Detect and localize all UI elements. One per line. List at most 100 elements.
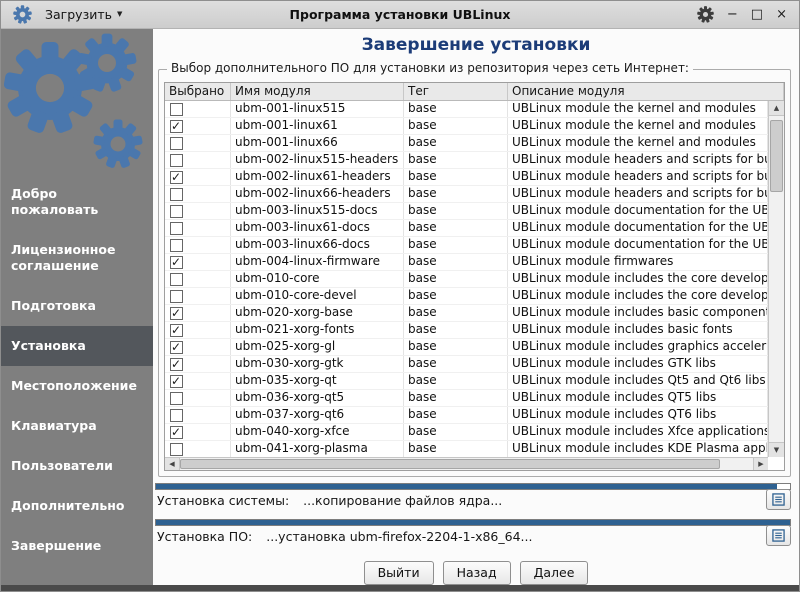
- checkbox-cell: [165, 322, 231, 338]
- module-checkbox[interactable]: [170, 137, 183, 150]
- module-checkbox[interactable]: [170, 222, 183, 235]
- system-log-button[interactable]: [766, 489, 791, 510]
- table-row[interactable]: ubm-002-linux61-headersbaseUBLinux modul…: [165, 169, 768, 186]
- module-checkbox[interactable]: [170, 358, 183, 371]
- module-tag: base: [404, 169, 508, 185]
- module-checkbox[interactable]: [170, 103, 183, 116]
- system-status-text: ...копирование файлов ядра...: [303, 493, 502, 508]
- scroll-down-icon[interactable]: ▼: [769, 442, 784, 457]
- table-row[interactable]: ubm-002-linux515-headersbaseUBLinux modu…: [165, 152, 768, 169]
- sidebar-item-4[interactable]: Установка: [1, 326, 153, 366]
- module-name: ubm-035-xorg-qt: [231, 373, 404, 389]
- table-row[interactable]: ubm-037-xorg-qt6baseUBLinux module inclu…: [165, 407, 768, 424]
- table-row[interactable]: ubm-010-corebaseUBLinux module includes …: [165, 271, 768, 288]
- table-row[interactable]: ubm-025-xorg-glbaseUBLinux module includ…: [165, 339, 768, 356]
- titlebar: Загрузить ▼ Программа установки UBLinux …: [1, 1, 799, 29]
- module-tag: base: [404, 424, 508, 440]
- sidebar-item-7[interactable]: Пользователи: [1, 446, 153, 486]
- system-progress-fill: [156, 484, 777, 489]
- module-checkbox[interactable]: [170, 426, 183, 439]
- minimize-button[interactable]: −: [727, 8, 738, 21]
- module-tag: base: [404, 254, 508, 270]
- table-row[interactable]: ubm-001-linux515baseUBLinux module the k…: [165, 101, 768, 118]
- scroll-left-icon[interactable]: ◀: [165, 458, 180, 470]
- table-row[interactable]: ubm-020-xorg-basebaseUBLinux module incl…: [165, 305, 768, 322]
- module-checkbox[interactable]: [170, 188, 183, 201]
- software-groupbox: Выбор дополнительного ПО для установки и…: [158, 69, 791, 477]
- column-header-4[interactable]: Описание модуля: [508, 83, 784, 100]
- sidebar-item-8[interactable]: Дополнительно: [1, 486, 153, 526]
- column-header-1[interactable]: Выбрано: [165, 83, 231, 100]
- sidebar-item-1[interactable]: Добро пожаловать: [1, 174, 153, 230]
- table-row[interactable]: ubm-004-linux-firmwarebaseUBLinux module…: [165, 254, 768, 271]
- module-checkbox[interactable]: [170, 171, 183, 184]
- horizontal-scroll-thumb[interactable]: [180, 459, 720, 469]
- column-header-3[interactable]: Тег: [404, 83, 508, 100]
- module-tag: base: [404, 186, 508, 202]
- table-row[interactable]: ubm-003-linux61-docsbaseUBLinux module d…: [165, 220, 768, 237]
- sidebar-item-6[interactable]: Клавиатура: [1, 406, 153, 446]
- back-button[interactable]: Назад: [443, 561, 511, 585]
- vertical-scrollbar[interactable]: ▲ ▼: [768, 101, 784, 457]
- table-row[interactable]: ubm-001-linux66baseUBLinux module the ke…: [165, 135, 768, 152]
- table-row[interactable]: ubm-036-xorg-qt5baseUBLinux module inclu…: [165, 390, 768, 407]
- module-tag: base: [404, 373, 508, 389]
- table-row[interactable]: ubm-041-xorg-plasmabaseUBLinux module in…: [165, 441, 768, 457]
- table-row[interactable]: ubm-035-xorg-qtbaseUBLinux module includ…: [165, 373, 768, 390]
- software-progress-fill: [156, 520, 790, 525]
- horizontal-scrollbar[interactable]: ◀ ▶: [165, 457, 768, 470]
- table-row[interactable]: ubm-021-xorg-fontsbaseUBLinux module inc…: [165, 322, 768, 339]
- module-name: ubm-004-linux-firmware: [231, 254, 404, 270]
- module-checkbox[interactable]: [170, 205, 183, 218]
- module-checkbox[interactable]: [170, 341, 183, 354]
- module-name: ubm-001-linux66: [231, 135, 404, 151]
- table-row[interactable]: ubm-003-linux515-docsbaseUBLinux module …: [165, 203, 768, 220]
- sidebar: Добро пожаловатьЛицензионное соглашениеП…: [1, 29, 153, 585]
- exit-button[interactable]: Выйти: [364, 561, 434, 585]
- load-button[interactable]: Загрузить ▼: [45, 7, 122, 22]
- chevron-down-icon: ▼: [117, 11, 122, 18]
- column-header-2[interactable]: Имя модуля: [231, 83, 404, 100]
- next-button[interactable]: Далее: [520, 561, 589, 585]
- table-row[interactable]: ubm-002-linux66-headersbaseUBLinux modul…: [165, 186, 768, 203]
- software-progress-bar: [155, 519, 791, 526]
- checkbox-cell: [165, 118, 231, 134]
- installer-window: Загрузить ▼ Программа установки UBLinux …: [0, 0, 800, 592]
- table-row[interactable]: ubm-040-xorg-xfcebaseUBLinux module incl…: [165, 424, 768, 441]
- scroll-up-icon[interactable]: ▲: [769, 101, 784, 116]
- settings-gear-icon[interactable]: [697, 6, 714, 23]
- checkbox-cell: [165, 203, 231, 219]
- sidebar-item-9[interactable]: Завершение: [1, 526, 153, 566]
- table-row[interactable]: ubm-003-linux66-docsbaseUBLinux module d…: [165, 237, 768, 254]
- sidebar-item-5[interactable]: Местоположение: [1, 366, 153, 406]
- table-row[interactable]: ubm-030-xorg-gtkbaseUBLinux module inclu…: [165, 356, 768, 373]
- module-checkbox[interactable]: [170, 273, 183, 286]
- sidebar-item-2[interactable]: Лицензионное соглашение: [1, 230, 153, 286]
- close-button[interactable]: ×: [776, 8, 787, 21]
- module-checkbox[interactable]: [170, 443, 183, 456]
- module-description: UBLinux module includes graphics acceler…: [508, 339, 768, 355]
- vertical-scroll-thumb[interactable]: [770, 120, 783, 192]
- module-checkbox[interactable]: [170, 120, 183, 133]
- maximize-button[interactable]: □: [751, 8, 763, 21]
- module-checkbox[interactable]: [170, 154, 183, 167]
- module-name: ubm-002-linux66-headers: [231, 186, 404, 202]
- module-name: ubm-036-xorg-qt5: [231, 390, 404, 406]
- table-row[interactable]: ubm-010-core-develbaseUBLinux module inc…: [165, 288, 768, 305]
- scroll-right-icon[interactable]: ▶: [753, 458, 768, 470]
- module-checkbox[interactable]: [170, 290, 183, 303]
- checkbox-cell: [165, 220, 231, 236]
- sidebar-item-3[interactable]: Подготовка: [1, 286, 153, 326]
- module-checkbox[interactable]: [170, 324, 183, 337]
- module-checkbox[interactable]: [170, 307, 183, 320]
- software-log-button[interactable]: [766, 525, 791, 546]
- module-checkbox[interactable]: [170, 375, 183, 388]
- module-checkbox[interactable]: [170, 239, 183, 252]
- table-row[interactable]: ubm-001-linux61baseUBLinux module the ke…: [165, 118, 768, 135]
- bottom-button-row: Выйти Назад Далее: [153, 561, 799, 585]
- module-checkbox[interactable]: [170, 256, 183, 269]
- module-checkbox[interactable]: [170, 409, 183, 422]
- module-tag: base: [404, 322, 508, 338]
- module-checkbox[interactable]: [170, 392, 183, 405]
- main-panel: Завершение установки Выбор дополнительно…: [153, 29, 799, 585]
